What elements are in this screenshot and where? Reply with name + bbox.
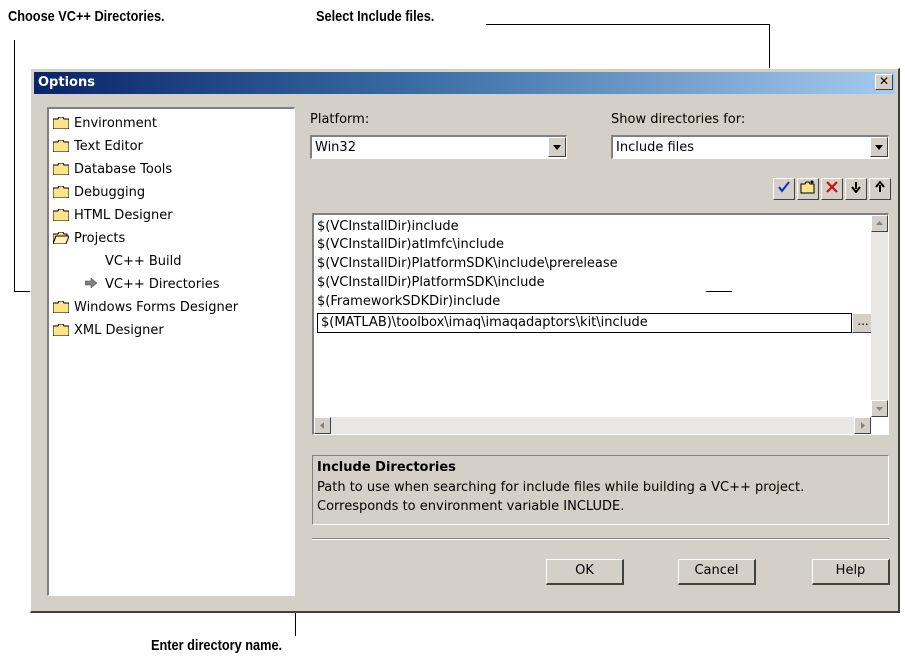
options-tree[interactable]: Environment Text Editor Database Tools D… xyxy=(47,107,295,596)
move-up-button[interactable] xyxy=(869,178,891,200)
folder-icon xyxy=(53,209,69,221)
folder-icon xyxy=(53,117,69,129)
directory-entry[interactable]: $(FrameworkSDKDir)include xyxy=(317,294,500,309)
help-button[interactable]: Help xyxy=(812,559,890,585)
horizontal-scrollbar[interactable] xyxy=(314,417,871,434)
title-bar[interactable]: Options ✕ xyxy=(34,72,895,94)
callout-choose-vc-directories: Choose VC++ Directories. xyxy=(8,8,165,25)
tree-item-vc-build[interactable]: VC++ Build xyxy=(105,251,182,271)
tree-item-label: VC++ Build xyxy=(105,253,182,269)
leader-line xyxy=(486,24,769,25)
scroll-left-button[interactable] xyxy=(314,417,331,434)
tree-item-label: HTML Designer xyxy=(74,207,173,223)
cancel-button[interactable]: Cancel xyxy=(678,559,756,585)
close-icon: ✕ xyxy=(878,74,890,88)
tree-item-environment[interactable]: Environment xyxy=(53,113,157,133)
tree-item-windows-forms-designer[interactable]: Windows Forms Designer xyxy=(53,297,238,317)
directory-entry[interactable]: $(VCInstallDir)PlatformSDK\include\prere… xyxy=(317,256,618,271)
tree-item-label: VC++ Directories xyxy=(105,276,220,292)
tree-item-vc-directories[interactable]: VC++ Directories xyxy=(84,274,220,294)
directory-entry[interactable]: $(VCInstallDir)atlmfc\include xyxy=(317,237,504,252)
chevron-down-icon[interactable] xyxy=(870,137,888,157)
options-dialog: Options ✕ Environment Text Editor Databa… xyxy=(30,68,900,613)
tree-item-database-tools[interactable]: Database Tools xyxy=(53,159,172,179)
show-directories-value: Include files xyxy=(616,140,695,155)
tree-item-label: Debugging xyxy=(74,184,146,200)
check-button[interactable] xyxy=(773,178,795,200)
tree-item-label: Environment xyxy=(74,115,158,131)
leader-line xyxy=(14,40,15,292)
new-line-button[interactable] xyxy=(797,178,819,200)
directory-edit-value: $(MATLAB)\toolbox\imaq\imaqadaptors\kit\… xyxy=(321,315,648,330)
callout-select-include-files: Select Include files. xyxy=(316,8,435,25)
folder-icon xyxy=(53,301,69,313)
tree-item-html-designer[interactable]: HTML Designer xyxy=(53,205,173,225)
directory-list[interactable]: $(VCInstallDir)include $(VCInstallDir)at… xyxy=(312,213,889,435)
tree-item-projects[interactable]: Projects xyxy=(53,228,125,248)
description-text: Corresponds to environment variable INCL… xyxy=(317,499,625,514)
dialog-title: Options xyxy=(38,75,95,90)
tree-item-xml-designer[interactable]: XML Designer xyxy=(53,320,164,340)
tree-item-label: Text Editor xyxy=(74,138,143,154)
folder-icon xyxy=(53,163,69,175)
scroll-right-button[interactable] xyxy=(854,417,871,434)
move-down-icon xyxy=(850,181,862,197)
vertical-scrollbar[interactable] xyxy=(871,215,888,417)
check-icon xyxy=(777,180,791,198)
description-panel: Include Directories Path to use when sea… xyxy=(312,455,889,525)
chevron-down-icon[interactable] xyxy=(548,137,566,157)
platform-value: Win32 xyxy=(315,140,356,155)
tree-item-text-editor[interactable]: Text Editor xyxy=(53,136,143,156)
delete-button[interactable] xyxy=(821,178,843,200)
description-text: Path to use when searching for include f… xyxy=(317,480,805,495)
ok-button[interactable]: OK xyxy=(546,559,624,585)
platform-select[interactable]: Win32 xyxy=(310,135,567,159)
description-heading: Include Directories xyxy=(317,460,456,475)
folder-icon xyxy=(53,324,69,336)
callout-enter-directory-name: Enter directory name. xyxy=(151,637,283,654)
edit-line xyxy=(706,291,732,292)
arrow-right-icon xyxy=(84,276,99,292)
show-directories-label: Show directories for: xyxy=(611,112,746,127)
folder-icon xyxy=(53,186,69,198)
directory-entry[interactable]: $(VCInstallDir)include xyxy=(317,219,459,234)
close-button[interactable]: ✕ xyxy=(875,74,893,90)
scroll-up-button[interactable] xyxy=(871,215,888,232)
move-down-button[interactable] xyxy=(845,178,867,200)
tree-item-label: XML Designer xyxy=(74,322,164,338)
platform-label: Platform: xyxy=(310,112,370,127)
new-folder-icon xyxy=(800,180,816,198)
open-folder-icon xyxy=(53,232,69,244)
delete-icon xyxy=(825,180,839,198)
tree-item-label: Projects xyxy=(74,230,126,246)
show-directories-select[interactable]: Include files xyxy=(611,135,889,159)
separator xyxy=(312,538,889,540)
tree-item-label: Windows Forms Designer xyxy=(74,299,239,315)
folder-icon xyxy=(53,140,69,152)
tree-item-label: Database Tools xyxy=(74,161,173,177)
scroll-down-button[interactable] xyxy=(871,400,888,417)
directory-entry[interactable]: $(VCInstallDir)PlatformSDK\include xyxy=(317,275,545,290)
move-up-icon xyxy=(874,180,886,197)
tree-item-debugging[interactable]: Debugging xyxy=(53,182,145,202)
directory-edit-field[interactable]: $(MATLAB)\toolbox\imaq\imaqadaptors\kit\… xyxy=(317,313,852,333)
